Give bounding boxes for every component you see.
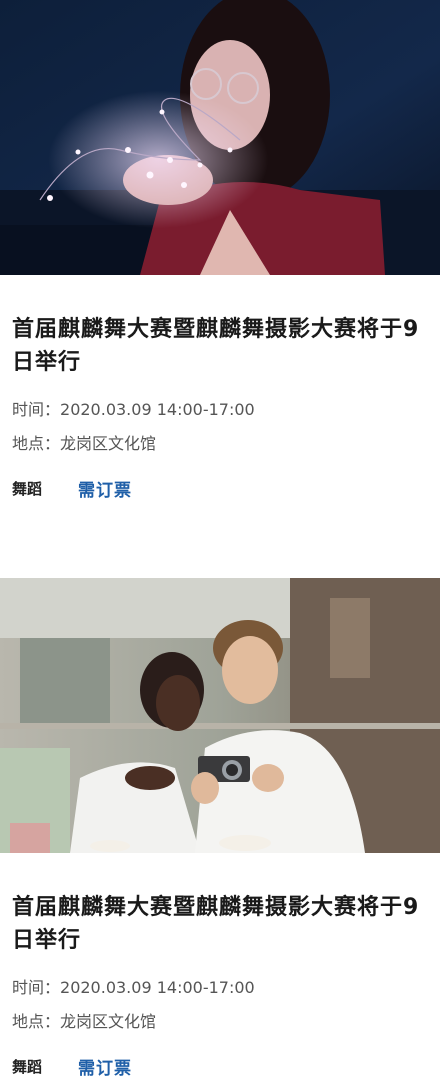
event-time-value: 2020.03.09 14:00-17:00 xyxy=(60,400,255,419)
event-title[interactable]: 首届麒麟舞大赛暨麒麟舞摄影大赛将于9日举行 xyxy=(12,313,428,379)
event-time-value: 2020.03.09 14:00-17:00 xyxy=(60,978,255,997)
booking-required-link[interactable]: 需订票 xyxy=(78,476,132,501)
event-category-tag: 舞蹈 xyxy=(12,479,43,498)
event-place-value: 龙岗区文化馆 xyxy=(60,434,157,453)
event-time-label: 时间： xyxy=(12,978,61,997)
event-time-label: 时间： xyxy=(12,400,61,419)
event-place-label: 地点： xyxy=(12,1012,61,1031)
event-tags: 舞蹈 需订票 xyxy=(12,1051,428,1081)
event-feed: 首届麒麟舞大赛暨麒麟舞摄影大赛将于9日举行 时间：2020.03.09 14:0… xyxy=(0,0,440,1083)
event-time: 时间：2020.03.09 14:00-17:00 xyxy=(12,393,428,427)
event-place: 地点：龙岗区文化馆 xyxy=(12,427,428,461)
event-title[interactable]: 首届麒麟舞大赛暨麒麟舞摄影大赛将于9日举行 xyxy=(12,891,428,957)
event-card[interactable]: 首届麒麟舞大赛暨麒麟舞摄影大赛将于9日举行 时间：2020.03.09 14:0… xyxy=(0,0,440,578)
event-place-label: 地点： xyxy=(12,434,61,453)
event-tags: 舞蹈 需订票 xyxy=(12,473,428,503)
event-photo-woman-lights xyxy=(0,0,440,275)
event-place: 地点：龙岗区文化馆 xyxy=(12,1005,428,1039)
event-meta: 时间：2020.03.09 14:00-17:00 地点：龙岗区文化馆 xyxy=(12,393,428,461)
event-meta: 时间：2020.03.09 14:00-17:00 地点：龙岗区文化馆 xyxy=(12,971,428,1039)
event-time: 时间：2020.03.09 14:00-17:00 xyxy=(12,971,428,1005)
event-photo[interactable] xyxy=(0,0,440,275)
event-card[interactable]: 首届麒麟舞大赛暨麒麟舞摄影大赛将于9日举行 时间：2020.03.09 14:0… xyxy=(0,578,440,1083)
event-photo[interactable] xyxy=(0,578,440,853)
booking-required-link[interactable]: 需订票 xyxy=(78,1054,132,1079)
event-photo-camera-couple xyxy=(0,578,440,853)
event-category-tag: 舞蹈 xyxy=(12,1057,43,1076)
event-place-value: 龙岗区文化馆 xyxy=(60,1012,157,1031)
